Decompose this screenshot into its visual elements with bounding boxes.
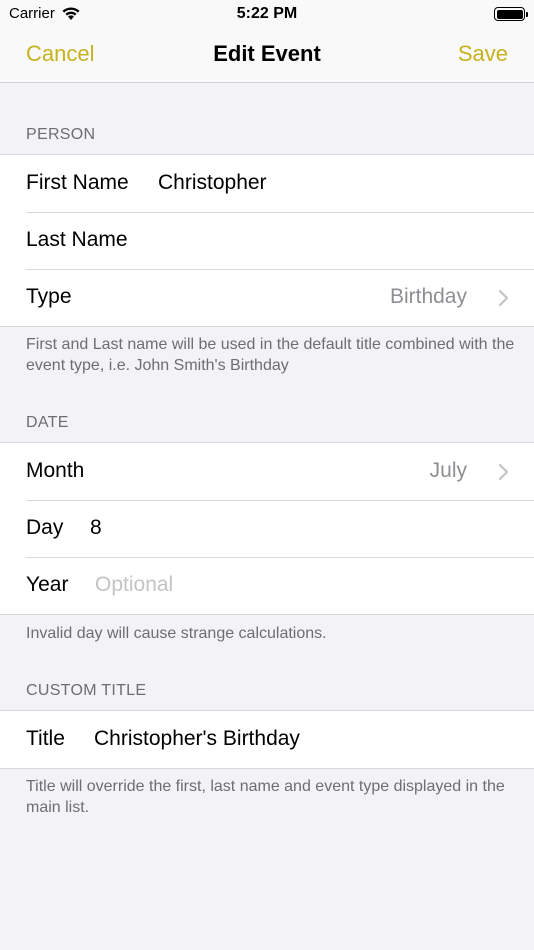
section-header-custom-title: CUSTOM TITLE xyxy=(26,682,147,699)
first-name-label: First Name xyxy=(26,171,129,194)
custom-title-group: Title Christopher's Birthday xyxy=(0,710,534,769)
status-time: 5:22 PM xyxy=(236,5,298,22)
navigation-bar: Cancel Edit Event Save xyxy=(0,30,534,83)
title-field[interactable]: Christopher's Birthday xyxy=(94,727,300,751)
chevron-right-icon xyxy=(498,289,509,307)
month-value: July xyxy=(429,459,467,482)
person-group: First Name Christopher Last Name Type Bi… xyxy=(0,154,534,327)
battery-icon xyxy=(494,7,528,21)
date-group: Month July Day 8 Year Optional xyxy=(0,442,534,615)
day-label: Day xyxy=(26,516,64,539)
title-row[interactable]: Title Christopher's Birthday xyxy=(0,711,534,768)
type-value: Birthday xyxy=(389,285,467,308)
chevron-right-icon xyxy=(498,463,509,481)
title-label: Title xyxy=(26,727,65,750)
status-bar: Carrier 5:22 PM xyxy=(0,0,534,30)
last-name-row[interactable]: Last Name xyxy=(0,212,534,269)
section-header-date: DATE xyxy=(26,414,69,431)
day-row[interactable]: Day 8 xyxy=(0,500,534,557)
save-button[interactable]: Save xyxy=(458,41,508,67)
last-name-label: Last Name xyxy=(26,228,128,251)
custom-title-footer-note: Title will override the first, last name… xyxy=(26,778,505,816)
year-label: Year xyxy=(26,573,69,596)
date-footer-note: Invalid day will cause strange calculati… xyxy=(26,625,327,642)
person-footer-note: First and Last name will be used in the … xyxy=(26,336,515,374)
day-field[interactable]: 8 xyxy=(90,516,102,540)
battery-level xyxy=(496,9,523,19)
page-title: Edit Event xyxy=(213,41,321,66)
section-header-person: PERSON xyxy=(26,126,96,143)
month-row[interactable]: Month July xyxy=(0,443,534,500)
first-name-field[interactable]: Christopher xyxy=(158,171,267,195)
first-name-row[interactable]: First Name Christopher xyxy=(0,155,534,212)
type-label: Type xyxy=(26,285,72,308)
year-field[interactable]: Optional xyxy=(95,573,173,597)
month-label: Month xyxy=(26,459,85,482)
type-row[interactable]: Type Birthday xyxy=(0,269,534,326)
year-row[interactable]: Year Optional xyxy=(0,557,534,614)
